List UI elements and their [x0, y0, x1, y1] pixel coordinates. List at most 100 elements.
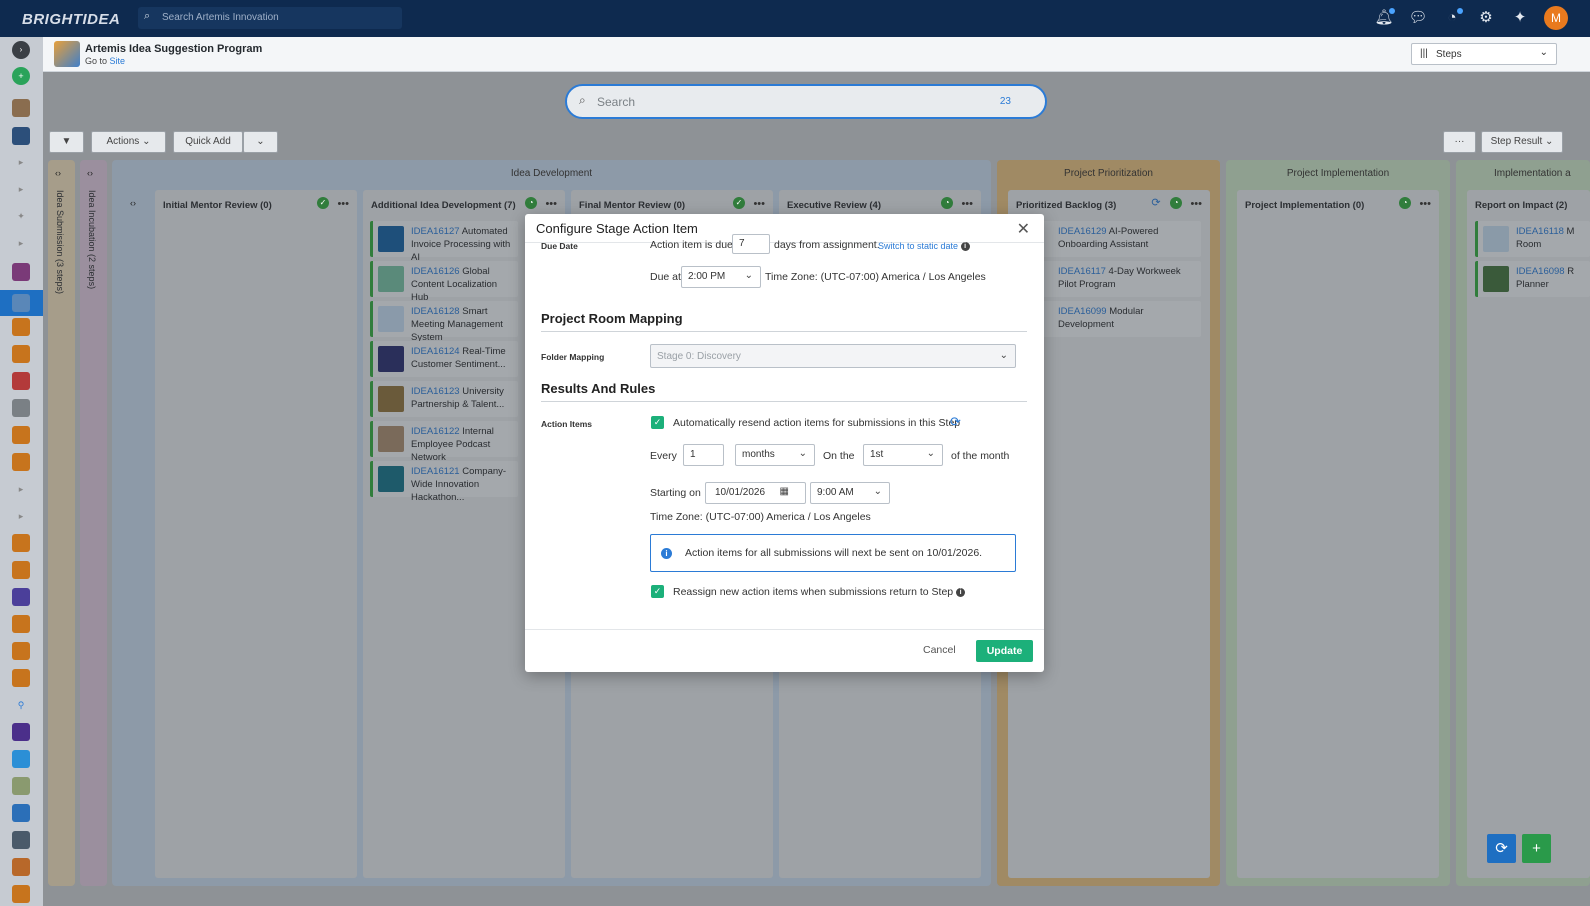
filter-button[interactable]: ▼	[49, 131, 84, 153]
quick-add-dropdown[interactable]: ⌄	[243, 131, 278, 153]
more-icon[interactable]: •••	[961, 198, 973, 210]
step-icon-4[interactable]: ▸	[12, 234, 30, 252]
idea-card[interactable]: IDEA16098 R Planner	[1475, 261, 1590, 297]
program-icon-16[interactable]	[12, 723, 30, 741]
global-search-input[interactable]: ⌕ Search Artemis Innovation	[138, 7, 402, 29]
program-icon-6[interactable]	[12, 372, 30, 390]
goto-site-link[interactable]: Site	[110, 56, 126, 66]
idea-card[interactable]: IDEA16124 Real-Time Customer Sentiment..…	[370, 341, 518, 377]
program-icon-11[interactable]	[12, 561, 30, 579]
program-icon-active[interactable]	[12, 294, 30, 312]
program-icon-8[interactable]	[12, 426, 30, 444]
expand-arrows-icon[interactable]: ‹›	[130, 198, 136, 208]
view-select[interactable]: ||| Steps ⌄	[1411, 43, 1557, 65]
reassign-checkbox[interactable]: ✓	[651, 585, 664, 598]
program-icon-3[interactable]	[12, 263, 30, 281]
update-button[interactable]: Update	[976, 640, 1033, 662]
step-icon-1[interactable]: ▸	[12, 153, 30, 171]
step-icon-3[interactable]: ✦	[12, 207, 30, 225]
resend-checkbox[interactable]: ✓	[651, 416, 664, 429]
idea-id[interactable]: IDEA16126	[411, 266, 460, 277]
board-search-input[interactable]: ⌕ Search 23	[565, 84, 1047, 119]
more-icon[interactable]: •••	[1419, 198, 1431, 210]
program-icon-7[interactable]	[12, 399, 30, 417]
step-icon-2[interactable]: ▸	[12, 180, 30, 198]
program-icon-12[interactable]	[12, 588, 30, 606]
collapsed-group-incubation[interactable]: ‹› Idea Incubation (2 steps)	[80, 160, 107, 886]
idea-id[interactable]: IDEA16099	[1058, 306, 1107, 317]
program-icon-14[interactable]	[12, 642, 30, 660]
start-time-select[interactable]: 9:00 AM ⌄	[810, 482, 890, 504]
idea-id[interactable]: IDEA16128	[411, 306, 460, 317]
program-icon-5[interactable]	[12, 345, 30, 363]
program-icon-1[interactable]	[12, 99, 30, 117]
program-icon-19[interactable]	[12, 804, 30, 822]
every-input[interactable]: 1	[683, 444, 724, 466]
idea-card[interactable]: IDEA16127 Automated Invoice Processing w…	[370, 221, 518, 263]
add-idea-button[interactable]: +	[1522, 834, 1551, 863]
expand-rail-icon[interactable]: ›	[12, 41, 30, 59]
step-icon-5[interactable]: ▸	[12, 480, 30, 498]
more-icon[interactable]: •••	[545, 198, 557, 210]
idea-card[interactable]: IDEA16123 University Partnership & Talen…	[370, 381, 518, 417]
due-at-select[interactable]: 2:00 PM ⌄	[681, 266, 761, 288]
refresh-icon[interactable]: ⟳	[950, 414, 961, 430]
more-icon[interactable]: •••	[337, 198, 349, 210]
program-icon-22[interactable]	[12, 885, 30, 903]
due-days-input[interactable]: 7	[732, 234, 770, 254]
more-icon[interactable]: •••	[1190, 198, 1202, 210]
program-icon-20[interactable]	[12, 831, 30, 849]
idea-id[interactable]: IDEA16121	[411, 466, 460, 477]
quick-add-button[interactable]: Quick Add	[173, 131, 243, 153]
step-icon-6[interactable]: ▸	[12, 507, 30, 525]
gear-icon[interactable]: ⚙	[1476, 8, 1496, 28]
day-select[interactable]: 1st ⌄	[863, 444, 943, 466]
idea-id[interactable]: IDEA16117	[1058, 266, 1106, 277]
location-pin-icon[interactable]: ⚲	[12, 696, 30, 714]
step-result-select[interactable]: Step Result ⌄	[1481, 131, 1563, 153]
actions-button[interactable]: Actions ⌄	[91, 131, 166, 153]
program-icon-4[interactable]	[12, 318, 30, 336]
program-icon-21[interactable]	[12, 858, 30, 876]
info-icon[interactable]: i	[956, 587, 966, 597]
idea-id[interactable]: IDEA16118	[1516, 226, 1564, 237]
idea-card[interactable]: IDEA16118 M Room	[1475, 221, 1590, 257]
clock-icon[interactable]: ◔	[1442, 8, 1463, 28]
calendar-icon[interactable]: ▦	[780, 486, 789, 497]
close-icon[interactable]: ✕	[1017, 219, 1030, 239]
more-options-button[interactable]: ···	[1443, 131, 1476, 153]
switch-to-static-date-link[interactable]: Switch to static date i	[878, 241, 970, 252]
program-icon-17[interactable]	[12, 750, 30, 768]
program-icon-13[interactable]	[12, 615, 30, 633]
folder-mapping-select[interactable]: Stage 0: Discovery ⌄	[650, 344, 1016, 368]
sparkle-icon[interactable]: ✦	[1510, 8, 1530, 28]
idea-id[interactable]: IDEA16123	[411, 386, 460, 397]
program-icon-15[interactable]	[12, 669, 30, 687]
bell-icon[interactable]: 🔔︎	[1374, 8, 1395, 28]
add-icon[interactable]: +	[12, 67, 30, 85]
start-date-input[interactable]: 10/01/2026 ▦	[705, 482, 806, 504]
chat-icon[interactable]: 💬︎	[1408, 8, 1428, 28]
more-icon[interactable]: •••	[753, 198, 765, 210]
idea-id[interactable]: IDEA16122	[411, 426, 460, 437]
idea-id[interactable]: IDEA16098	[1516, 266, 1565, 277]
period-select[interactable]: months ⌄	[735, 444, 815, 466]
collapsed-group-submission[interactable]: ‹› Idea Submission (3 steps)	[48, 160, 75, 886]
idea-id[interactable]: IDEA16124	[411, 346, 460, 357]
expand-arrows-icon[interactable]: ‹›	[87, 168, 93, 178]
program-icon-18[interactable]	[12, 777, 30, 795]
refresh-board-button[interactable]: ⟳	[1487, 834, 1516, 863]
program-icon-9[interactable]	[12, 453, 30, 471]
program-icon-2[interactable]	[12, 127, 30, 145]
expand-arrows-icon[interactable]: ‹›	[55, 168, 61, 178]
program-icon-10[interactable]	[12, 534, 30, 552]
idea-id[interactable]: IDEA16129	[1058, 226, 1107, 237]
brightidea-logo[interactable]: BRIGHTIDEA	[22, 11, 120, 28]
idea-card[interactable]: IDEA16121 Company-Wide Innovation Hackat…	[370, 461, 518, 503]
user-avatar[interactable]: M	[1544, 6, 1568, 30]
cancel-button[interactable]: Cancel	[923, 644, 956, 656]
idea-card[interactable]: IDEA16122 Internal Employee Podcast Netw…	[370, 421, 518, 463]
idea-card[interactable]: IDEA16126 Global Content Localization Hu…	[370, 261, 518, 303]
idea-card[interactable]: IDEA16128 Smart Meeting Management Syste…	[370, 301, 518, 343]
idea-id[interactable]: IDEA16127	[411, 226, 460, 237]
